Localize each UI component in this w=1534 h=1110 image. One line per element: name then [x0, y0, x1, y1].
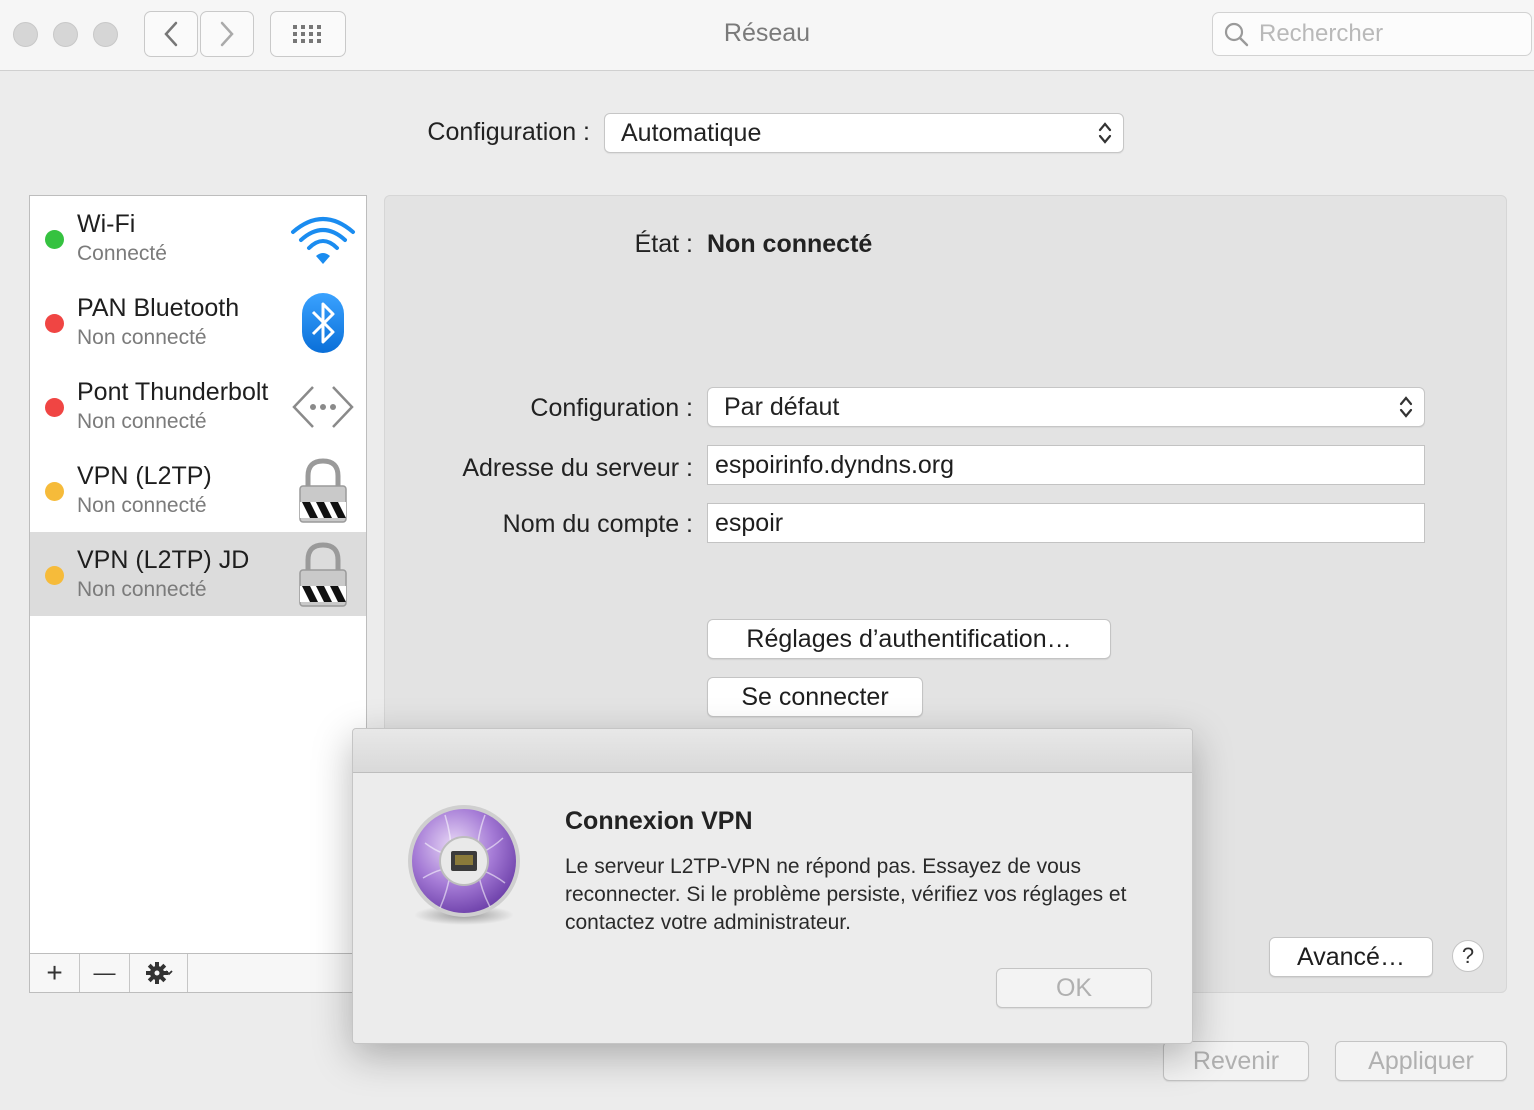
- search-icon: [1224, 22, 1249, 47]
- lock-icon: [290, 542, 356, 608]
- service-status: Non connecté: [77, 326, 207, 349]
- service-list-actions: + —: [29, 953, 367, 993]
- service-status: Non connecté: [77, 578, 207, 601]
- add-service-button[interactable]: +: [30, 954, 80, 992]
- chevron-updown-icon: [1098, 122, 1112, 144]
- ok-button[interactable]: OK: [996, 968, 1152, 1008]
- server-address-input[interactable]: [715, 450, 1424, 480]
- advanced-button[interactable]: Avancé…: [1269, 937, 1433, 977]
- state-label: État :: [634, 230, 693, 258]
- revert-button[interactable]: Revenir: [1163, 1041, 1309, 1081]
- status-dot: [45, 398, 64, 417]
- thunderbolt-bridge-icon: [290, 374, 356, 440]
- search-input[interactable]: [1259, 20, 1519, 48]
- status-dot: [45, 230, 64, 249]
- service-item-vpn-l2tp[interactable]: VPN (L2TP) Non connecté: [30, 448, 366, 532]
- authentication-settings-button[interactable]: Réglages d’authentification…: [707, 619, 1111, 659]
- account-name-input[interactable]: [715, 508, 1424, 538]
- service-item-vpn-l2tp-jd[interactable]: VPN (L2TP) JD Non connecté: [30, 532, 366, 616]
- lock-icon: [290, 458, 356, 524]
- account-name-label: Nom du compte :: [502, 510, 693, 538]
- service-list: Wi-Fi Connecté PAN Bluetooth Non connect…: [29, 195, 367, 993]
- connect-button[interactable]: Se connecter: [707, 677, 923, 717]
- apply-button[interactable]: Appliquer: [1335, 1041, 1507, 1081]
- remove-service-button[interactable]: —: [80, 954, 130, 992]
- account-name-field[interactable]: [707, 503, 1425, 543]
- service-name: PAN Bluetooth: [77, 294, 240, 322]
- state-value: Non connecté: [707, 230, 873, 258]
- location-select[interactable]: Automatique: [604, 113, 1124, 153]
- gear-menu-button[interactable]: [130, 954, 188, 992]
- location-value: Automatique: [621, 118, 762, 147]
- chevron-updown-icon: [1399, 396, 1413, 418]
- gear-icon: [145, 962, 173, 984]
- service-item-thunderbolt-bridge[interactable]: Pont Thunderbolt Non connecté: [30, 364, 366, 448]
- window-toolbar: Réseau: [0, 0, 1534, 71]
- status-dot: [45, 314, 64, 333]
- service-name: Wi-Fi: [77, 210, 136, 238]
- service-name: VPN (L2TP): [77, 462, 212, 490]
- search-field[interactable]: [1212, 12, 1532, 56]
- help-button[interactable]: ?: [1452, 940, 1484, 972]
- service-status: Non connecté: [77, 410, 207, 433]
- server-address-field[interactable]: [707, 445, 1425, 485]
- service-status: Non connecté: [77, 494, 207, 517]
- service-name: VPN (L2TP) JD: [77, 546, 250, 574]
- wifi-icon: [290, 206, 356, 272]
- network-connect-icon: [405, 803, 523, 932]
- status-dot: [45, 566, 64, 585]
- dialog-title: Connexion VPN: [565, 807, 753, 835]
- dialog-message: Le serveur L2TP-VPN ne répond pas. Essay…: [565, 855, 1127, 934]
- status-dot: [45, 482, 64, 501]
- service-item-wifi[interactable]: Wi-Fi Connecté: [30, 196, 366, 280]
- vpn-config-select[interactable]: Par défaut: [707, 387, 1425, 427]
- dialog-titlebar: [353, 729, 1192, 773]
- vpn-config-value: Par défaut: [724, 392, 840, 421]
- service-item-bluetooth-pan[interactable]: PAN Bluetooth Non connecté: [30, 280, 366, 364]
- server-address-label: Adresse du serveur :: [462, 454, 693, 482]
- vpn-connection-alert: Connexion VPN Le serveur L2TP-VPN ne rép…: [352, 728, 1193, 1044]
- service-status: Connecté: [77, 242, 167, 265]
- bluetooth-icon: [290, 290, 356, 356]
- service-name: Pont Thunderbolt: [77, 378, 269, 406]
- vpn-config-label: Configuration :: [530, 394, 693, 422]
- location-label: Configuration :: [427, 118, 590, 146]
